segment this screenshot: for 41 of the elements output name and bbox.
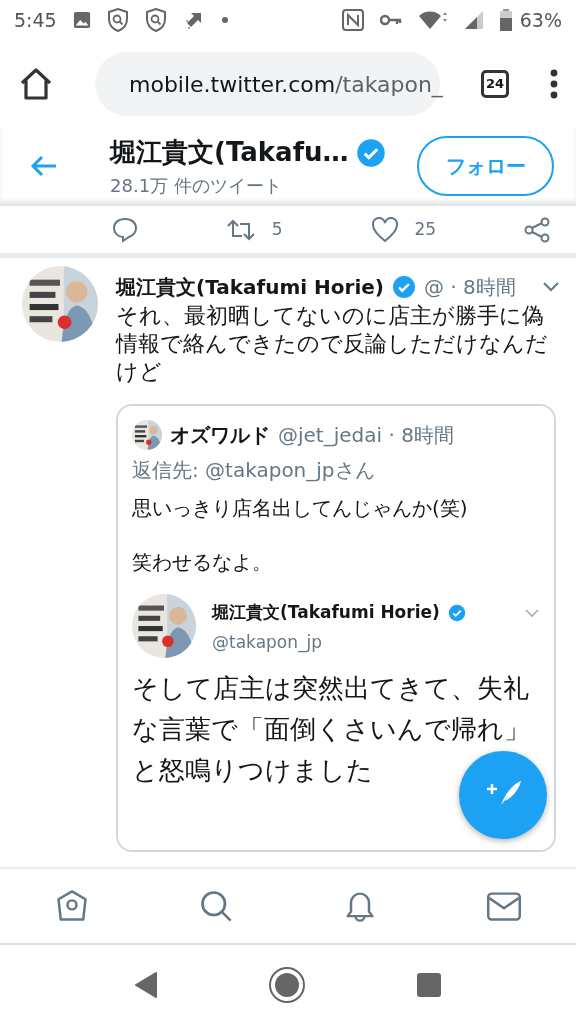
home-icon[interactable] xyxy=(18,67,54,101)
reply-icon[interactable] xyxy=(112,216,138,243)
tweet-text: それ、最初晒してないのに店主が勝手に偽情報で絡んできたので反論しただけなんだけど xyxy=(116,302,549,386)
tweet-count: 28.1万 件のツイート xyxy=(110,174,283,198)
wifi-icon xyxy=(417,9,448,31)
signal-icon xyxy=(463,10,484,30)
search-icon[interactable] xyxy=(198,888,234,924)
battery-level: 63% xyxy=(519,7,562,33)
handle-time: @jet_jedai · 8時間 xyxy=(278,422,454,449)
retweet-icon[interactable] xyxy=(225,217,256,242)
back-icon[interactable] xyxy=(134,971,158,998)
retweet-count: 5 xyxy=(271,217,283,241)
shield-search-icon xyxy=(106,8,129,32)
overview-icon[interactable] xyxy=(416,971,442,998)
compose-button[interactable] xyxy=(459,751,547,839)
reply-to-text: 返信先: @takapon_jpさん xyxy=(132,457,376,484)
profile-name: 堀江貴文(Takafu… xyxy=(110,136,349,169)
like-count: 25 xyxy=(414,217,437,241)
chevron-down-icon[interactable] xyxy=(542,281,560,293)
home-button-icon[interactable] xyxy=(268,965,306,1004)
battery-icon xyxy=(499,9,512,31)
heart-icon[interactable] xyxy=(370,216,399,243)
url-text: mobile.twitter.com/takapon_ xyxy=(129,70,443,100)
author-name: 堀江貴文(Takafumi Horie) xyxy=(212,601,440,624)
tweet-text: 笑わせるなよ。 xyxy=(132,549,273,576)
nfc-icon xyxy=(341,9,364,31)
key-icon xyxy=(379,13,402,27)
clock: 5:45 xyxy=(14,7,57,33)
tweet-text: 思いっきり店名出してんじゃんか(笑) xyxy=(132,495,469,522)
tab-count-button[interactable]: 24 xyxy=(481,70,509,98)
author-name: 堀江貴文(Takafumi Horie) xyxy=(116,274,384,301)
dot-icon xyxy=(220,16,229,24)
handle-time: @ · 8時間 xyxy=(424,274,516,301)
author-name: オズワルド xyxy=(170,422,270,449)
back-arrow-icon[interactable] xyxy=(30,155,58,177)
shield-search-icon xyxy=(144,8,167,32)
handle: @takapon_jp xyxy=(212,630,324,655)
share-icon[interactable] xyxy=(524,216,550,243)
image-icon xyxy=(72,11,91,29)
tweet-text: そして店主は突然出てきて、失礼な言葉で「面倒くさいんで帰れ」と怒鳴りつけました xyxy=(132,672,531,787)
more-options-icon[interactable] xyxy=(550,69,558,99)
